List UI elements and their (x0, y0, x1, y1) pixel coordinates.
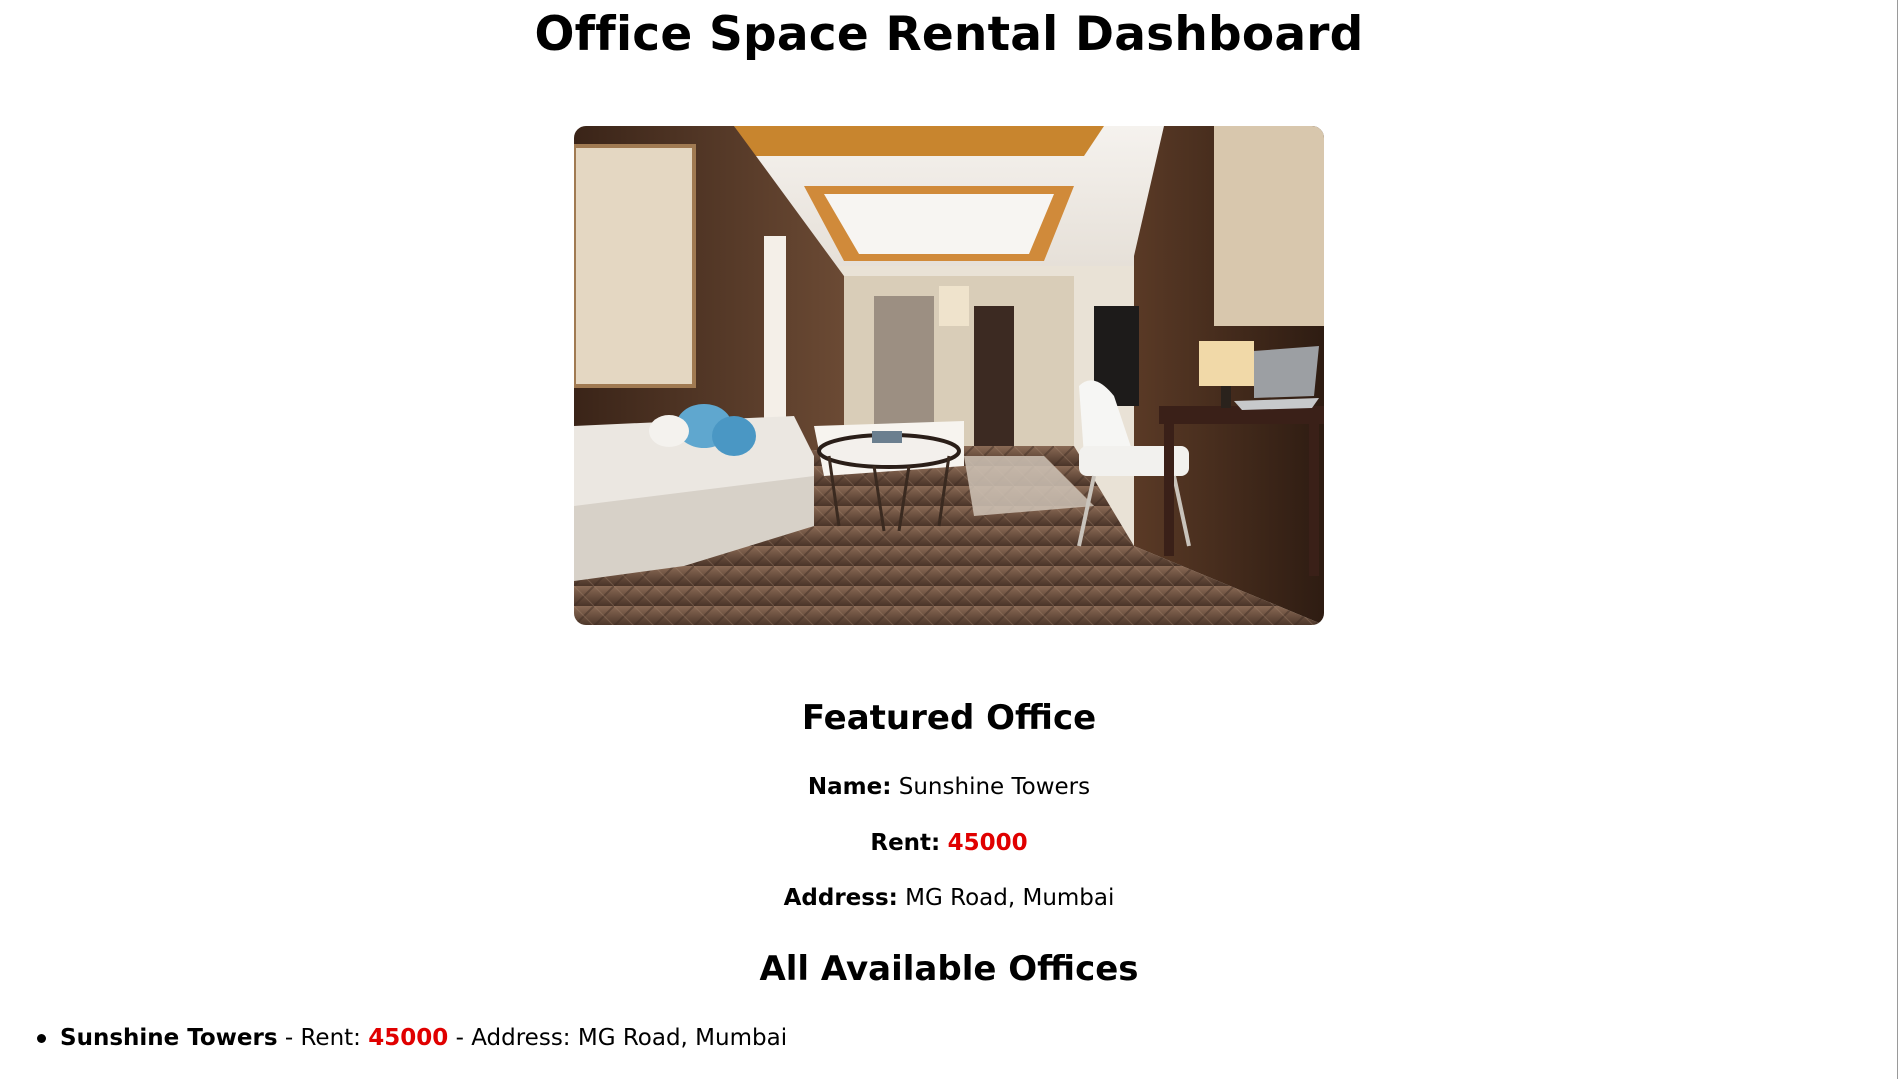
featured-rent-row: Rent: 45000 (0, 829, 1898, 857)
all-offices-heading: All Available Offices (759, 949, 1139, 989)
office-list: Sunshine Towers - Rent: 45000 - Address:… (0, 1023, 787, 1053)
featured-name-value: Sunshine Towers (898, 774, 1091, 800)
office-rent-prefix: - Rent: (277, 1025, 369, 1051)
featured-address-label: Address: (783, 885, 898, 911)
page-title: Office Space Rental Dashboard (534, 7, 1364, 62)
featured-address-row: Address: MG Road, Mumbai (0, 884, 1898, 912)
list-item: Sunshine Towers - Rent: 45000 - Address:… (0, 1023, 787, 1053)
featured-name-row: Name: Sunshine Towers (0, 773, 1898, 801)
featured-address-value: MG Road, Mumbai (905, 885, 1115, 911)
office-interior-photo (574, 126, 1324, 625)
bullet-icon (37, 1034, 46, 1043)
featured-office-heading: Featured Office (801, 698, 1097, 738)
featured-name-label: Name: (807, 774, 892, 800)
office-name: Sunshine Towers (60, 1025, 278, 1051)
office-rent-value: 45000 (368, 1025, 449, 1051)
dashboard-page: Office Space Rental Dashboard Featured O… (0, 0, 1898, 1079)
featured-rent-value: 45000 (947, 830, 1028, 856)
featured-rent-label: Rent: (870, 830, 941, 856)
office-address-prefix: - Address: (448, 1025, 578, 1051)
office-address-value: MG Road, Mumbai (577, 1025, 788, 1051)
